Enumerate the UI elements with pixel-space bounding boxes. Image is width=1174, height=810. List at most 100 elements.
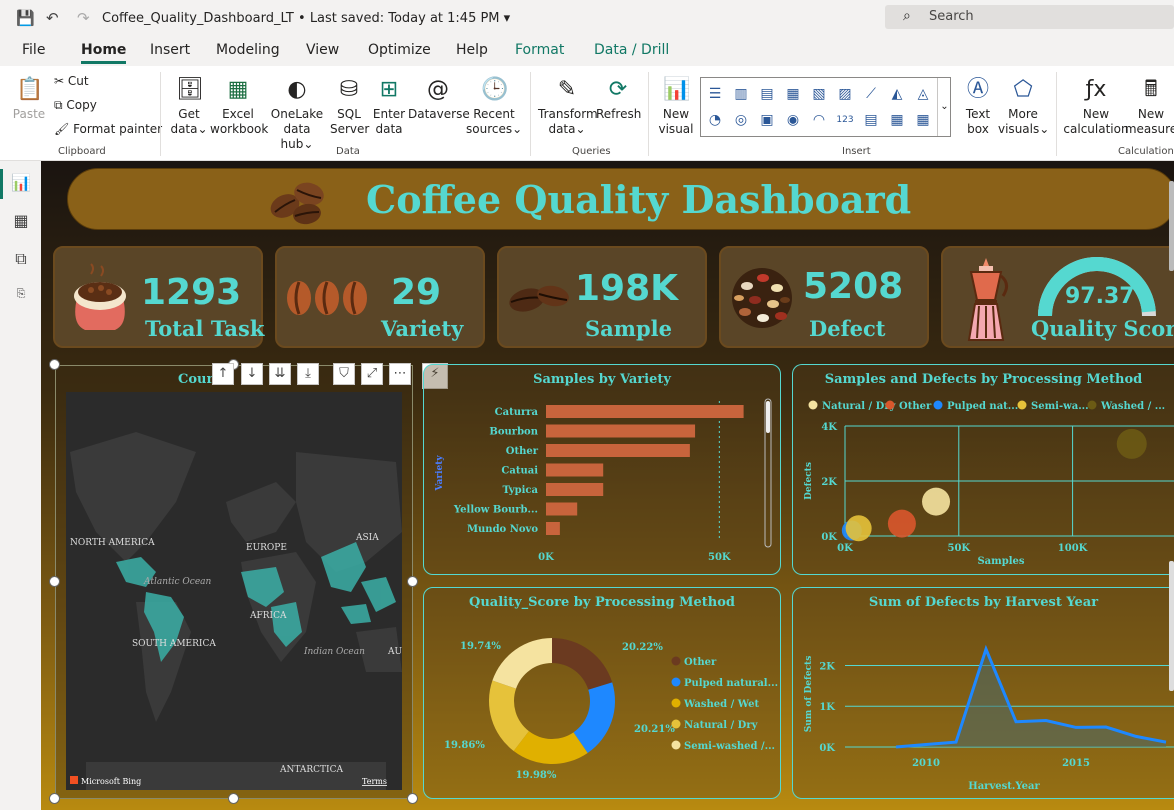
resize-handle[interactable] — [407, 576, 418, 587]
line-chart-icon[interactable]: ⟋ — [862, 85, 880, 103]
sql-server-button[interactable]: ⛁ SQL Server — [330, 76, 369, 137]
category-label: Catuai — [501, 466, 538, 477]
kpi-label: Defect — [809, 316, 886, 341]
x-tick-label: 0K — [538, 552, 554, 563]
map-icon[interactable]: ◉ — [784, 111, 802, 129]
resize-handle[interactable] — [49, 359, 60, 370]
resize-handle[interactable] — [49, 576, 60, 587]
enter-data-button[interactable]: ⊞ Enter data — [370, 76, 408, 137]
resize-handle[interactable] — [49, 793, 60, 804]
mixed-beans-icon — [732, 268, 792, 328]
map-terms-link[interactable]: Terms — [362, 777, 387, 786]
tab-insert[interactable]: Insert — [150, 42, 190, 58]
map-visual[interactable]: Coun NORTH AMERICA EUROPE ASIA Atlantic … — [55, 365, 413, 799]
area-chart-icon[interactable]: ◭ — [888, 85, 906, 103]
focus-mode-icon[interactable]: ⤢ — [361, 363, 383, 385]
data-point — [845, 515, 872, 542]
defects-by-year-chart[interactable]: Sum of Defects by Harvest Year 0K 1K 2K 201… — [792, 587, 1174, 799]
kpi-card-defect[interactable]: 5208 Defect — [719, 246, 929, 348]
new-measure-button[interactable]: 🖩 New measure — [1124, 76, 1174, 137]
more-visuals-button[interactable]: ⬠ More visuals⌄ — [998, 76, 1049, 137]
visualizations-gallery[interactable]: ☰ ▥ ▤ ▦ ▧ ▨ ⟋ ◭ ◬ ◔ ◎ ▣ ◉ ◠ 123 ▤ ▦ ▦ ⌄ — [700, 77, 951, 137]
gauge-icon[interactable]: ◠ — [810, 111, 828, 129]
donut-chart-icon[interactable]: ◎ — [732, 111, 750, 129]
data-label: 19.86% — [444, 740, 485, 751]
page-scrollbar[interactable] — [1169, 561, 1174, 691]
tab-data-drill[interactable]: Data / Drill — [594, 42, 669, 58]
more-options-icon[interactable]: ⋯ — [389, 363, 411, 385]
combo-chart-icon[interactable]: ▨ — [836, 85, 854, 103]
format-painter-button[interactable]: 🖌 Format painter — [54, 122, 162, 136]
tab-modeling[interactable]: Modeling — [216, 42, 280, 58]
tab-optimize[interactable]: Optimize — [368, 42, 431, 58]
stacked-column-icon[interactable]: ▧ — [810, 85, 828, 103]
ribbon-chart-icon[interactable]: ◬ — [914, 85, 932, 103]
model-view-icon[interactable]: ⧉ — [10, 249, 32, 271]
tab-format[interactable]: Format — [515, 42, 564, 58]
new-visual-button[interactable]: 📊 New visual — [654, 76, 698, 137]
matrix-icon[interactable]: ▦ — [914, 111, 932, 129]
resize-handle[interactable] — [407, 793, 418, 804]
search-input[interactable]: Search — [929, 9, 974, 24]
map-attribution: Microsoft Bing — [81, 777, 141, 786]
expand-next-level-icon[interactable]: ⇊ — [269, 363, 291, 385]
samples-defects-scatter-chart[interactable]: Samples and Defects by Processing Method… — [792, 364, 1174, 575]
kpi-icon[interactable]: ▤ — [862, 111, 880, 129]
recent-sources-button[interactable]: 🕒 Recent sources⌄ — [466, 76, 522, 137]
refresh-icon: ⟳ — [608, 77, 628, 102]
text-box-button[interactable]: Ⓐ Text box — [958, 76, 998, 137]
transform-data-button[interactable]: ✎ Transform data⌄ — [538, 76, 598, 137]
dashboard-banner: Coffee Quality Dashboard — [67, 168, 1174, 230]
filter-icon[interactable]: ⛉ — [333, 363, 355, 385]
get-data-button[interactable]: 🗄 Get data⌄ — [166, 76, 212, 137]
window-title[interactable]: Coffee_Quality_Dashboard_LT • Last saved… — [102, 11, 510, 26]
bar-chart: Caturra Bourbon Other Catuai Typica Yellow Bo… — [435, 398, 772, 563]
chevron-down-icon[interactable]: ▾ — [504, 11, 511, 26]
card-icon[interactable]: 123 — [836, 111, 854, 129]
tab-help[interactable]: Help — [456, 42, 488, 58]
new-calculation-button[interactable]: ƒx New calculation — [1062, 76, 1130, 137]
copy-button[interactable]: ⧉ Copy — [54, 98, 97, 113]
onelake-button[interactable]: ◐ OneLake data hub⌄ — [266, 76, 328, 152]
treemap-icon[interactable]: ▣ — [758, 111, 776, 129]
category-label: Mundo Novo — [467, 524, 538, 535]
tab-file[interactable]: File — [22, 42, 45, 58]
samples-by-variety-chart[interactable]: Samples by Variety Caturra Bourbon Other Ca… — [423, 364, 781, 575]
world-map[interactable]: NORTH AMERICA EUROPE ASIA Atlantic Ocean… — [66, 392, 402, 790]
undo-icon[interactable]: ↶ — [46, 9, 59, 27]
copy-icon: ⧉ — [54, 98, 67, 112]
cut-button[interactable]: ✂ Cut — [54, 74, 89, 88]
tab-home[interactable]: Home — [81, 42, 127, 64]
stacked-bar-icon[interactable]: ▤ — [758, 85, 776, 103]
refresh-button[interactable]: ⟳ Refresh — [596, 76, 641, 122]
resize-handle[interactable] — [228, 793, 239, 804]
kpi-card-quality-score[interactable]: 97.37 Quality Score — [941, 246, 1174, 348]
kpi-card-variety[interactable]: 29 Variety — [275, 246, 485, 348]
page-scrollbar[interactable] — [1169, 181, 1174, 271]
bar-chart-icon[interactable]: ☰ — [706, 85, 724, 103]
drill-up-icon[interactable]: ↑ — [212, 363, 234, 385]
search-box[interactable]: ⌕ Search — [885, 5, 1174, 29]
dataverse-button[interactable]: @ Dataverse — [408, 76, 470, 122]
drill-down-icon[interactable]: ↓ — [241, 363, 263, 385]
dax-query-icon[interactable]: ⎘ — [10, 287, 32, 309]
chevron-down-icon[interactable]: ⌄ — [937, 78, 951, 136]
x-tick-label: 2010 — [912, 758, 940, 769]
pie-chart-icon[interactable]: ◔ — [706, 111, 724, 129]
expand-all-icon[interactable]: ⤓ — [297, 363, 319, 385]
report-view-icon[interactable]: 📊 — [10, 173, 32, 195]
save-icon[interactable]: 💾 — [16, 9, 35, 27]
column-chart-icon[interactable]: ▥ — [732, 85, 750, 103]
paste-button[interactable]: 📋 Paste — [10, 76, 48, 122]
tab-view[interactable]: View — [306, 42, 339, 58]
kpi-card-total-task[interactable]: 1293 Total Task — [53, 246, 264, 348]
table-icon[interactable]: ▦ — [888, 111, 906, 129]
table-view-icon[interactable]: ▦ — [10, 211, 32, 233]
bar — [546, 405, 744, 418]
quality-score-donut-chart[interactable]: Quality_Score by Processing Method 20.22… — [423, 587, 781, 799]
clustered-column-icon[interactable]: ▦ — [784, 85, 802, 103]
redo-icon[interactable]: ↷ — [77, 9, 90, 27]
excel-workbook-button[interactable]: ▦ Excel workbook — [210, 76, 268, 137]
kpi-card-sample[interactable]: 198K Sample — [497, 246, 707, 348]
category-label: Caturra — [495, 407, 539, 418]
